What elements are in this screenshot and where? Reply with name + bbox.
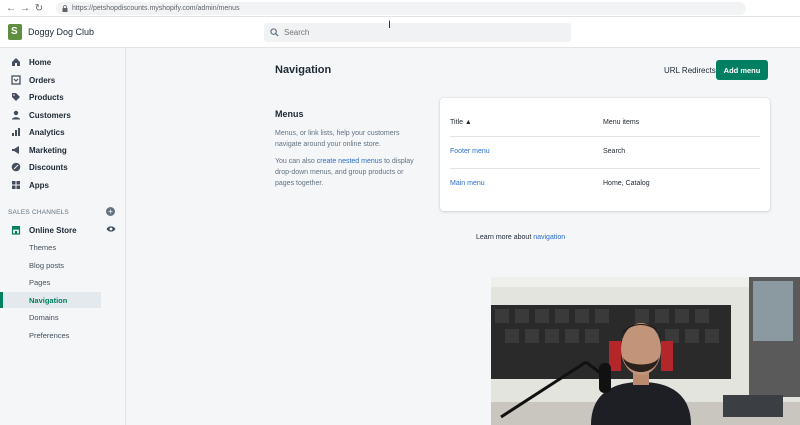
- search-bar[interactable]: [264, 23, 571, 42]
- sidebar-item-analytics[interactable]: Analytics: [0, 124, 126, 140]
- shopify-logo-icon[interactable]: [8, 24, 22, 40]
- text-cursor-icon: I: [388, 19, 392, 31]
- sidebar-subitem-pages[interactable]: Pages: [0, 274, 101, 290]
- column-header-title[interactable]: Title ▲: [450, 119, 472, 126]
- sidebar-item-marketing[interactable]: Marketing: [0, 142, 126, 158]
- apps-icon: [10, 180, 21, 191]
- presenter-video-image: [491, 277, 800, 425]
- person-icon: [10, 110, 21, 121]
- discount-icon: [10, 162, 21, 173]
- sidebar: Home Orders Products Customers Analytics…: [0, 48, 126, 425]
- sidebar-subitem-label: Preferences: [29, 330, 70, 340]
- home-icon: [10, 57, 21, 68]
- add-channel-icon[interactable]: +: [106, 207, 115, 216]
- search-icon: [270, 28, 279, 37]
- learn-more-prefix: Learn more about: [476, 234, 534, 241]
- sidebar-item-apps[interactable]: Apps: [0, 177, 126, 193]
- menus-table-card: Title ▲ Menu items Footer menu Search Ma…: [440, 98, 770, 211]
- sidebar-item-label: Analytics: [29, 127, 65, 137]
- sidebar-item-label: Online Store: [29, 225, 77, 235]
- sidebar-item-label: Discounts: [29, 162, 68, 172]
- column-header-title-label: Title: [450, 119, 463, 126]
- sidebar-item-label: Products: [29, 92, 64, 102]
- sidebar-item-customers[interactable]: Customers: [0, 107, 126, 123]
- add-menu-button[interactable]: Add menu: [716, 60, 768, 80]
- nested-menus-description: You can also create nested menus to disp…: [275, 156, 415, 189]
- sidebar-subitem-label: Pages: [29, 277, 51, 287]
- orders-icon: [10, 75, 21, 86]
- sidebar-subitem-domains[interactable]: Domains: [0, 309, 101, 325]
- eye-icon[interactable]: [106, 225, 116, 233]
- menu-items-cell: Search: [603, 148, 626, 155]
- back-arrow-icon[interactable]: ←: [4, 1, 18, 15]
- megaphone-icon: [10, 145, 21, 156]
- sort-ascending-icon: ▲: [464, 119, 472, 126]
- menus-heading: Menus: [275, 109, 304, 119]
- bar-chart-icon: [10, 127, 21, 138]
- menu-link-footer-menu[interactable]: Footer menu: [450, 148, 490, 155]
- menu-items-cell: Home, Catalog: [603, 180, 650, 187]
- store-name[interactable]: Doggy Dog Club: [28, 27, 94, 37]
- lock-icon: [62, 4, 68, 12]
- sidebar-subitem-blog-posts[interactable]: Blog posts: [0, 257, 101, 273]
- admin-topbar: Doggy Dog Club: [0, 17, 800, 48]
- sidebar-subitem-label: Navigation: [29, 295, 68, 305]
- sidebar-subitem-label: Themes: [29, 242, 57, 252]
- tag-icon: [10, 92, 21, 103]
- sidebar-item-label: Customers: [29, 110, 71, 120]
- sidebar-item-label: Orders: [29, 75, 56, 85]
- store-icon: [10, 225, 21, 236]
- menu-link-main-menu[interactable]: Main menu: [450, 180, 485, 187]
- navigation-help-link[interactable]: navigation: [533, 234, 565, 241]
- menus-description: Menus, or link lists, help your customer…: [275, 130, 400, 148]
- learn-more-text: Learn more about navigation: [476, 234, 565, 241]
- browser-bar: ← → ↻ https://petshopdiscounts.myshopify…: [0, 0, 800, 17]
- forward-arrow-icon[interactable]: →: [18, 1, 32, 15]
- sidebar-item-home[interactable]: Home: [0, 54, 126, 70]
- url-redirects-button[interactable]: URL Redirects: [664, 66, 716, 75]
- sidebar-item-label: Marketing: [29, 145, 67, 155]
- nested-menus-prefix: You can also: [275, 158, 317, 165]
- sidebar-subitem-navigation[interactable]: Navigation: [0, 292, 101, 308]
- sales-channels-heading: SALES CHANNELS: [8, 209, 69, 216]
- row-divider: [450, 136, 760, 137]
- sidebar-subitem-label: Blog posts: [29, 260, 65, 270]
- sidebar-subitem-themes[interactable]: Themes: [0, 239, 101, 255]
- search-input[interactable]: [284, 28, 544, 37]
- reload-icon[interactable]: ↻: [32, 1, 46, 15]
- webcam-overlay: [491, 277, 800, 425]
- sidebar-item-orders[interactable]: Orders: [0, 72, 126, 88]
- address-bar[interactable]: https://petshopdiscounts.myshopify.com/a…: [56, 1, 746, 15]
- sidebar-subitem-preferences[interactable]: Preferences: [0, 327, 101, 343]
- sidebar-item-label: Home: [29, 57, 52, 67]
- sidebar-item-products[interactable]: Products: [0, 89, 126, 105]
- row-divider: [450, 168, 760, 169]
- create-nested-menus-link[interactable]: create nested menus: [317, 158, 382, 165]
- sidebar-subitem-label: Domains: [29, 312, 59, 322]
- url-text: https://petshopdiscounts.myshopify.com/a…: [72, 4, 240, 12]
- sidebar-item-label: Apps: [29, 180, 49, 190]
- column-header-menu-items: Menu items: [603, 119, 640, 126]
- sidebar-item-discounts[interactable]: Discounts: [0, 159, 126, 175]
- page-title: Navigation: [275, 64, 332, 76]
